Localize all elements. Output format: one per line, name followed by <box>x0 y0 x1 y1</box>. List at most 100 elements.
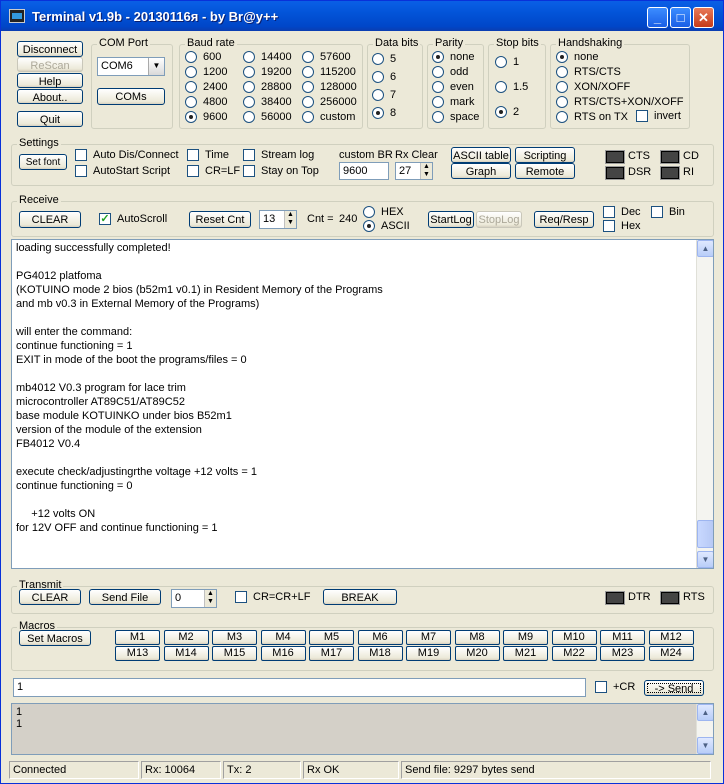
help-button[interactable]: Help <box>17 73 83 88</box>
macro-button-m9[interactable]: M9 <box>503 630 548 645</box>
macro-button-m22[interactable]: M22 <box>551 646 597 661</box>
close-button[interactable]: ✕ <box>693 7 714 28</box>
reset-cnt-button[interactable]: Reset Cnt <box>189 211 251 228</box>
send-file-button[interactable]: Send File <box>89 589 161 605</box>
receive-line: mb4012 V0.3 program for lace trim <box>16 382 186 394</box>
receive-text-area[interactable]: loading successfully completed! PG4012 pl… <box>11 239 714 569</box>
receive-line: loading successfully completed! <box>16 242 171 254</box>
startlog-button[interactable]: StartLog <box>428 211 474 228</box>
dtr-led[interactable] <box>605 591 625 605</box>
macro-button-m1[interactable]: M1 <box>115 630 160 645</box>
chevron-down-icon[interactable]: ▼ <box>148 58 164 75</box>
scripting-button[interactable]: Scripting <box>515 147 575 163</box>
macro-button-m18[interactable]: M18 <box>357 646 403 661</box>
macro-button-m23[interactable]: M23 <box>600 646 645 661</box>
baud-radio-2400-label: 2400 <box>203 81 228 93</box>
data-bits-radio-7-label: 7 <box>390 89 397 101</box>
receive-scrollbar[interactable]: ▲ ▼ <box>696 240 713 568</box>
title-bar[interactable]: Terminal v1.9b - 20130116я - by Br@y++ _… <box>1 1 723 31</box>
receive-line: will enter the command: <box>16 326 133 338</box>
macro-button-m16[interactable]: M16 <box>260 646 306 661</box>
receive-line: continue functioning = 1 <box>16 340 133 352</box>
transmit-field[interactable]: 0 ▲ ▼ <box>171 589 217 608</box>
macro-button-m19[interactable]: M19 <box>406 646 451 661</box>
status-bar: Connected Rx: 10064 Tx: 2 Rx OK Send fil… <box>1 759 723 783</box>
macro-button-m10[interactable]: M10 <box>551 630 597 645</box>
invert-label: invert <box>654 110 681 122</box>
handshaking-radio-0-label: none <box>574 51 599 63</box>
com-port-select[interactable]: COM6 ▼ <box>97 57 165 76</box>
spin-up-icon[interactable]: ▲ <box>284 211 296 219</box>
history-scrollbar[interactable]: ▲ ▼ <box>696 704 713 754</box>
handshaking-radio-3-label: RTS/CTS+XON/XOFF <box>574 96 684 108</box>
quit-button[interactable]: Quit <box>17 111 83 127</box>
spin-up-icon[interactable]: ▲ <box>420 163 432 171</box>
disconnect-button[interactable]: Disconnect <box>17 41 83 57</box>
spin-down-icon[interactable]: ▼ <box>284 219 296 228</box>
maximize-button[interactable]: □ <box>670 7 691 28</box>
custom-br-label: custom BR <box>339 149 393 161</box>
rx-clear-label: Rx Clear <box>395 149 438 161</box>
baud-radio-256000-label: 256000 <box>320 96 357 108</box>
receive-line: base module KOTUINKO under bios B52m1 <box>16 410 232 422</box>
macro-button-m14[interactable]: M14 <box>163 646 209 661</box>
about-button[interactable]: About.. <box>17 89 83 104</box>
macro-button-m8[interactable]: M8 <box>454 630 500 645</box>
macro-button-m24[interactable]: M24 <box>648 646 694 661</box>
spin-up-icon[interactable]: ▲ <box>204 590 216 598</box>
stay-on-top-label: Stay on Top <box>261 165 319 177</box>
scroll-down-icon[interactable]: ▼ <box>697 737 713 754</box>
minimize-button[interactable]: _ <box>647 7 668 28</box>
baud-radio-57600-label: 57600 <box>320 51 351 63</box>
req-resp-button[interactable]: Req/Resp <box>534 211 594 228</box>
bin-label: Bin <box>669 206 685 218</box>
custom-br-input[interactable]: 9600 <box>339 162 389 180</box>
remote-button[interactable]: Remote <box>515 163 575 179</box>
stoplog-button[interactable]: StopLog <box>476 211 522 228</box>
set-macros-button[interactable]: Set Macros <box>19 630 91 646</box>
cr-lf-label: CR=LF <box>205 165 241 177</box>
ri-label: RI <box>683 166 694 178</box>
macro-button-m2[interactable]: M2 <box>163 630 209 645</box>
spin-down-icon[interactable]: ▼ <box>204 598 216 607</box>
receive-clear-button[interactable]: CLEAR <box>19 211 81 228</box>
scroll-up-icon[interactable]: ▲ <box>697 240 713 257</box>
macro-button-m5[interactable]: M5 <box>309 630 354 645</box>
macro-button-m11[interactable]: M11 <box>600 630 645 645</box>
scroll-thumb[interactable] <box>697 520 713 548</box>
macro-button-m15[interactable]: M15 <box>212 646 257 661</box>
macro-button-m13[interactable]: M13 <box>115 646 160 661</box>
cnt-field[interactable]: 13 ▲ ▼ <box>259 210 297 229</box>
send-button[interactable]: -> Send <box>644 680 704 696</box>
cnt-value: 240 <box>339 213 358 225</box>
ri-led <box>660 166 680 180</box>
break-button[interactable]: BREAK <box>323 589 397 605</box>
transmit-field-value: 0 <box>175 592 182 604</box>
send-input[interactable]: 1 <box>13 678 586 697</box>
scroll-up-icon[interactable]: ▲ <box>697 704 713 721</box>
macro-button-m21[interactable]: M21 <box>503 646 548 661</box>
rescan-button[interactable]: ReScan <box>17 57 83 72</box>
rx-clear-input[interactable]: 27 ▲ ▼ <box>395 162 433 180</box>
macro-button-m17[interactable]: M17 <box>309 646 354 661</box>
baud-radio-9600-label: 9600 <box>203 111 228 123</box>
coms-button[interactable]: COMs <box>97 88 165 105</box>
macro-button-m3[interactable]: M3 <box>212 630 257 645</box>
parity-radio-space-label: space <box>450 111 480 123</box>
macro-button-m12[interactable]: M12 <box>648 630 694 645</box>
macro-button-m20[interactable]: M20 <box>454 646 500 661</box>
parity-radio-odd-label: odd <box>450 66 469 78</box>
status-rx-ok: Rx OK <box>303 761 399 779</box>
scroll-down-icon[interactable]: ▼ <box>697 551 713 568</box>
window-title: Terminal v1.9b - 20130116я - by Br@y++ <box>32 9 279 24</box>
ascii-table-button[interactable]: ASCII table <box>451 147 511 163</box>
rts-led[interactable] <box>660 591 680 605</box>
spin-down-icon[interactable]: ▼ <box>420 171 432 179</box>
graph-button[interactable]: Graph <box>451 163 511 179</box>
set-font-button[interactable]: Set font <box>19 154 67 170</box>
macro-button-m6[interactable]: M6 <box>357 630 403 645</box>
baud-radio-28800-label: 28800 <box>261 81 292 93</box>
transmit-clear-button[interactable]: CLEAR <box>19 589 81 605</box>
macro-button-m7[interactable]: M7 <box>406 630 451 645</box>
macro-button-m4[interactable]: M4 <box>260 630 306 645</box>
